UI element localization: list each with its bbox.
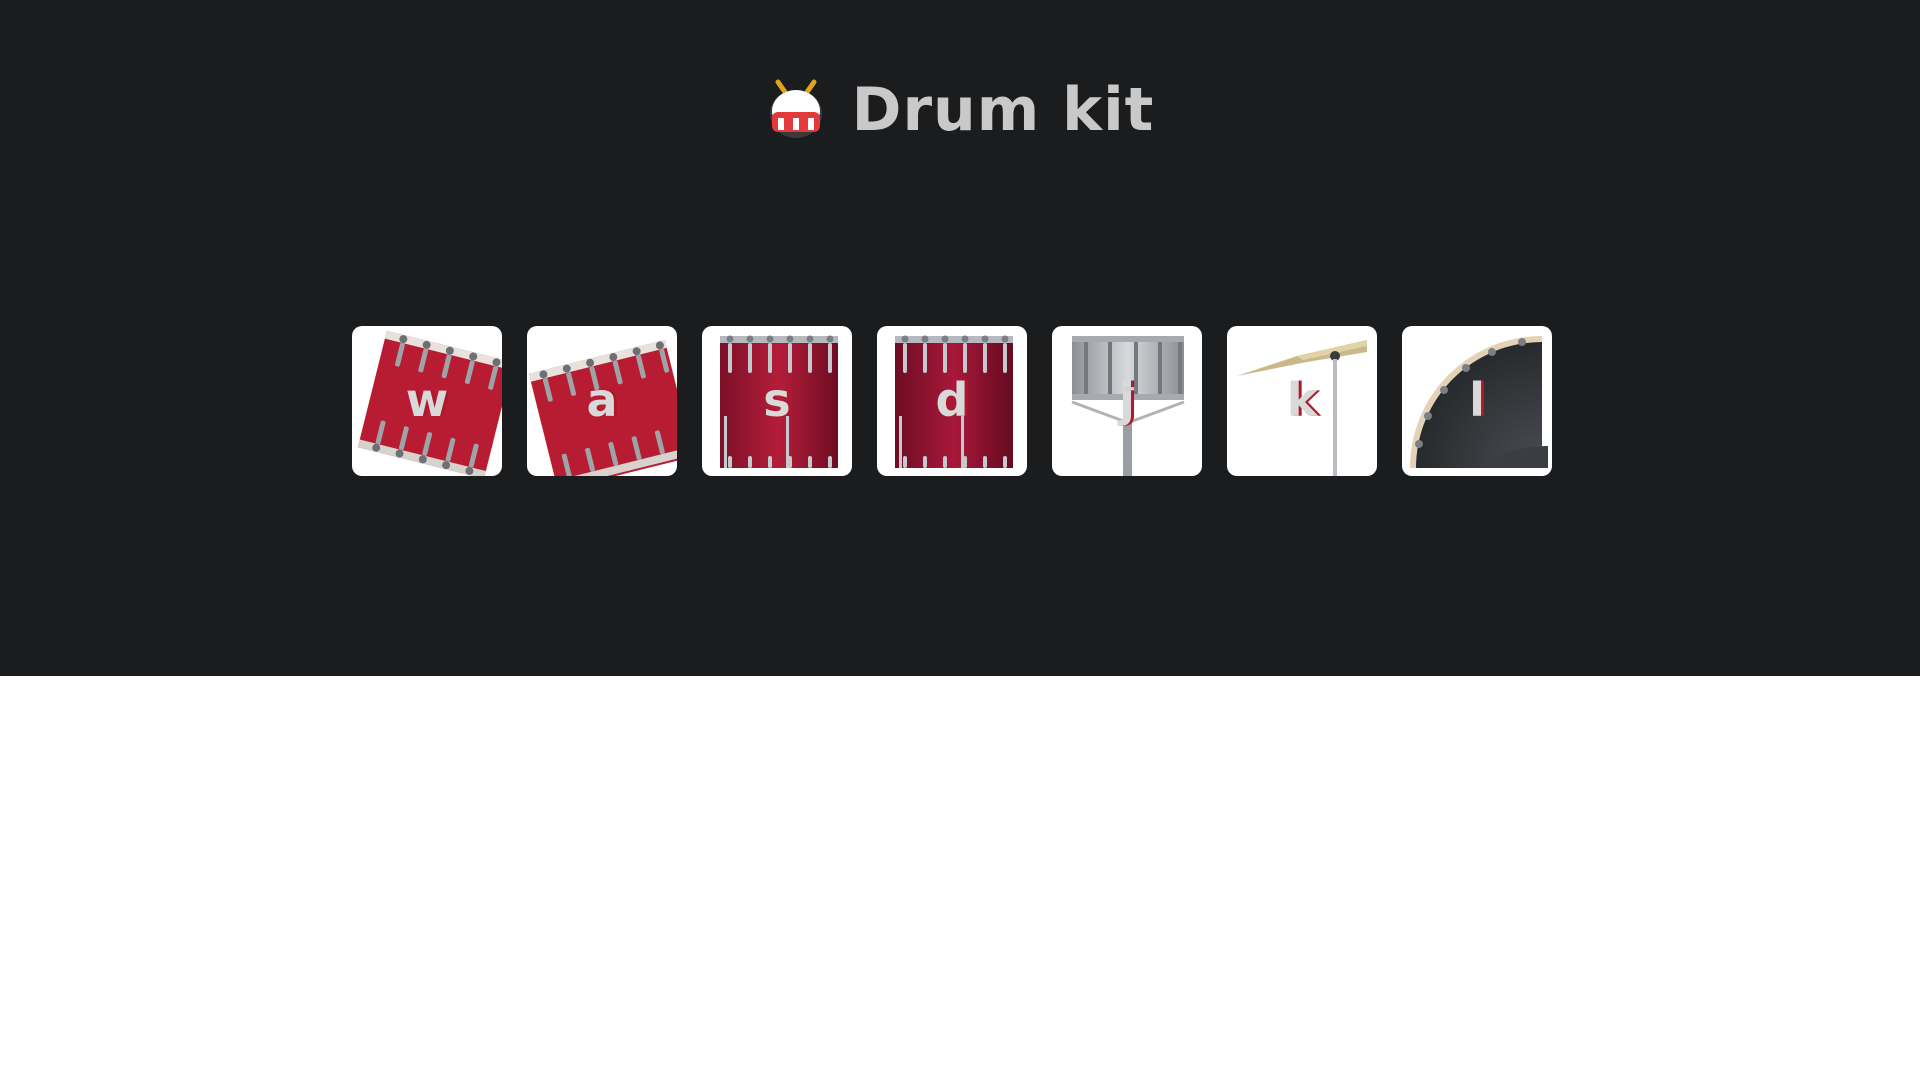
pad-key-label: a	[586, 373, 618, 427]
drum-pad-row: w a s d j k l	[352, 326, 1552, 476]
drum-pad-l[interactable]: l	[1402, 326, 1552, 476]
pad-key-label: w	[405, 373, 449, 427]
drum-pad-k[interactable]: k	[1227, 326, 1377, 476]
drum-kit-stage: Drum kit w a s d j k l	[0, 0, 1920, 676]
drum-pad-d[interactable]: d	[877, 326, 1027, 476]
pad-key-label: j	[1119, 373, 1135, 427]
pad-key-label: s	[763, 373, 791, 427]
pad-key-label: k	[1286, 373, 1318, 427]
drum-pad-j[interactable]: j	[1052, 326, 1202, 476]
drum-pad-w[interactable]: w	[352, 326, 502, 476]
drum-pad-a[interactable]: a	[527, 326, 677, 476]
drum-pad-s[interactable]: s	[702, 326, 852, 476]
drum-emoji-icon	[769, 79, 822, 138]
page-header: Drum kit	[0, 72, 1920, 148]
page-title: Drum kit	[851, 75, 1155, 145]
pad-key-label: l	[1469, 373, 1485, 427]
pad-key-label: d	[935, 373, 969, 427]
